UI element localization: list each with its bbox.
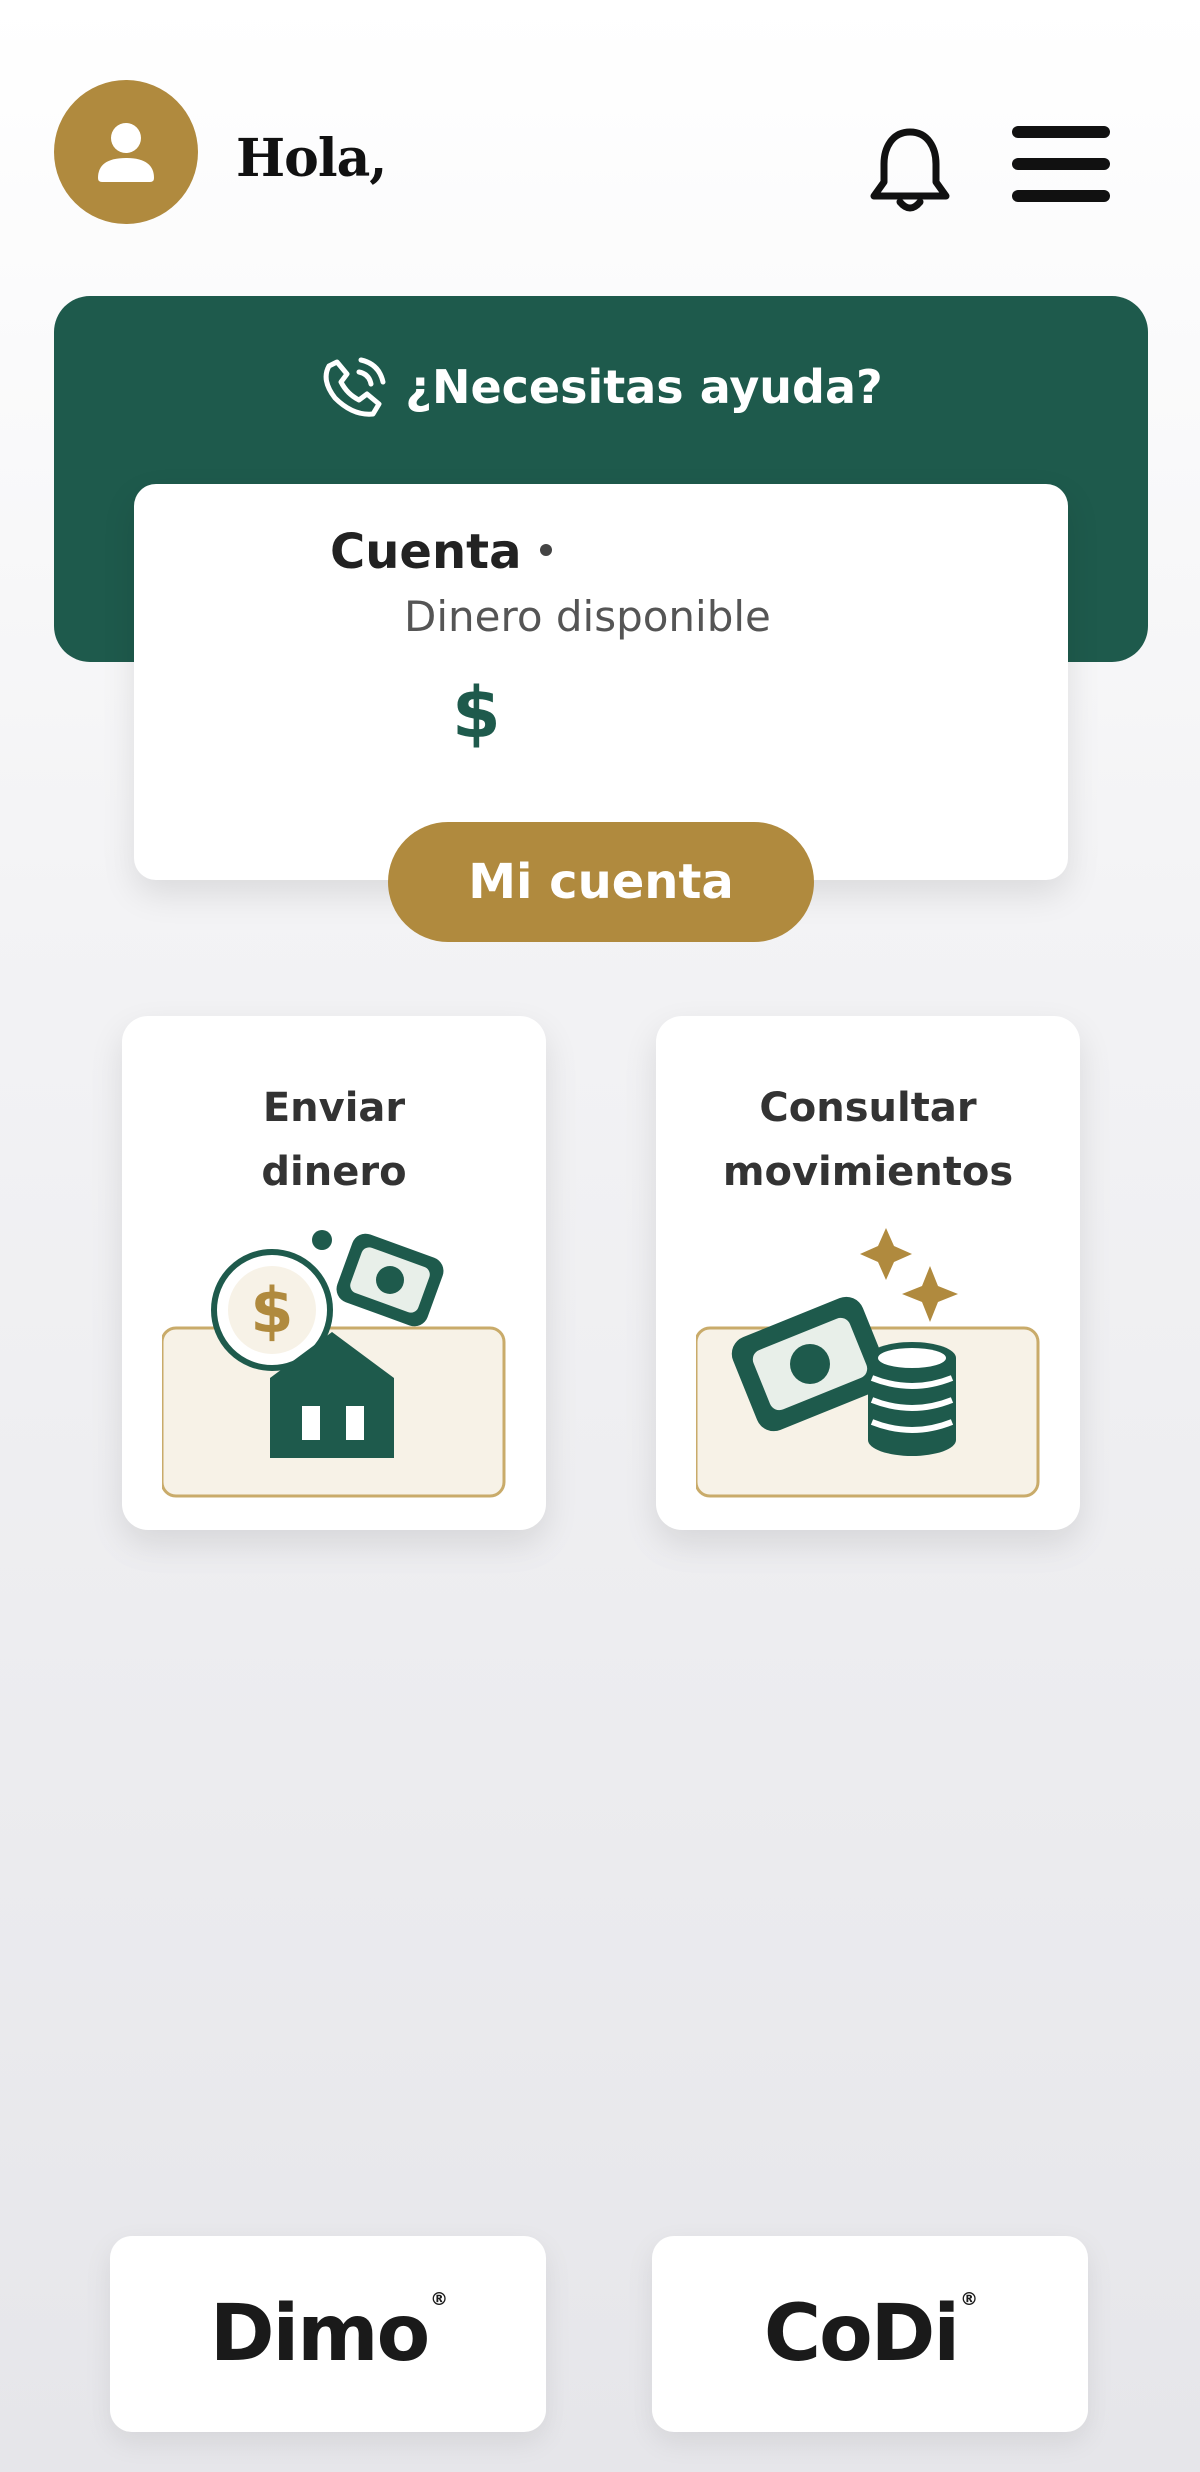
my-account-button[interactable]: Mi cuenta [388,822,814,942]
help-label: ¿Necesitas ayuda? [405,360,883,414]
codi-button[interactable]: CoDi ® [652,2236,1088,2432]
account-card [134,484,1068,880]
bank-money-illustration: $ [162,1230,506,1498]
help-button[interactable]: ¿Necesitas ayuda? [0,350,1200,424]
user-avatar-icon [98,123,154,182]
available-balance-amount: $ [452,672,501,754]
check-movements-label: Consultar movimientos [722,1085,1014,1195]
bell-icon [870,128,950,212]
codi-logo: CoDi ® [763,2289,978,2379]
dimo-button[interactable]: Dimo ® [110,2236,546,2432]
notifications-button[interactable] [860,120,960,220]
send-money-label: Enviar dinero [261,1085,407,1195]
account-dot [540,544,552,556]
hamburger-menu-icon [1012,126,1110,202]
available-balance-label: Dinero disponible [404,592,771,641]
svg-text:$: $ [250,1274,293,1347]
dimo-logo: Dimo ® [209,2289,448,2379]
greeting-text: Hola, [236,128,387,189]
bill-coins-illustration [696,1228,1040,1498]
phone-call-icon [323,357,386,417]
account-title: Cuenta [330,524,522,580]
avatar[interactable] [54,80,198,224]
menu-button[interactable] [1008,124,1114,204]
